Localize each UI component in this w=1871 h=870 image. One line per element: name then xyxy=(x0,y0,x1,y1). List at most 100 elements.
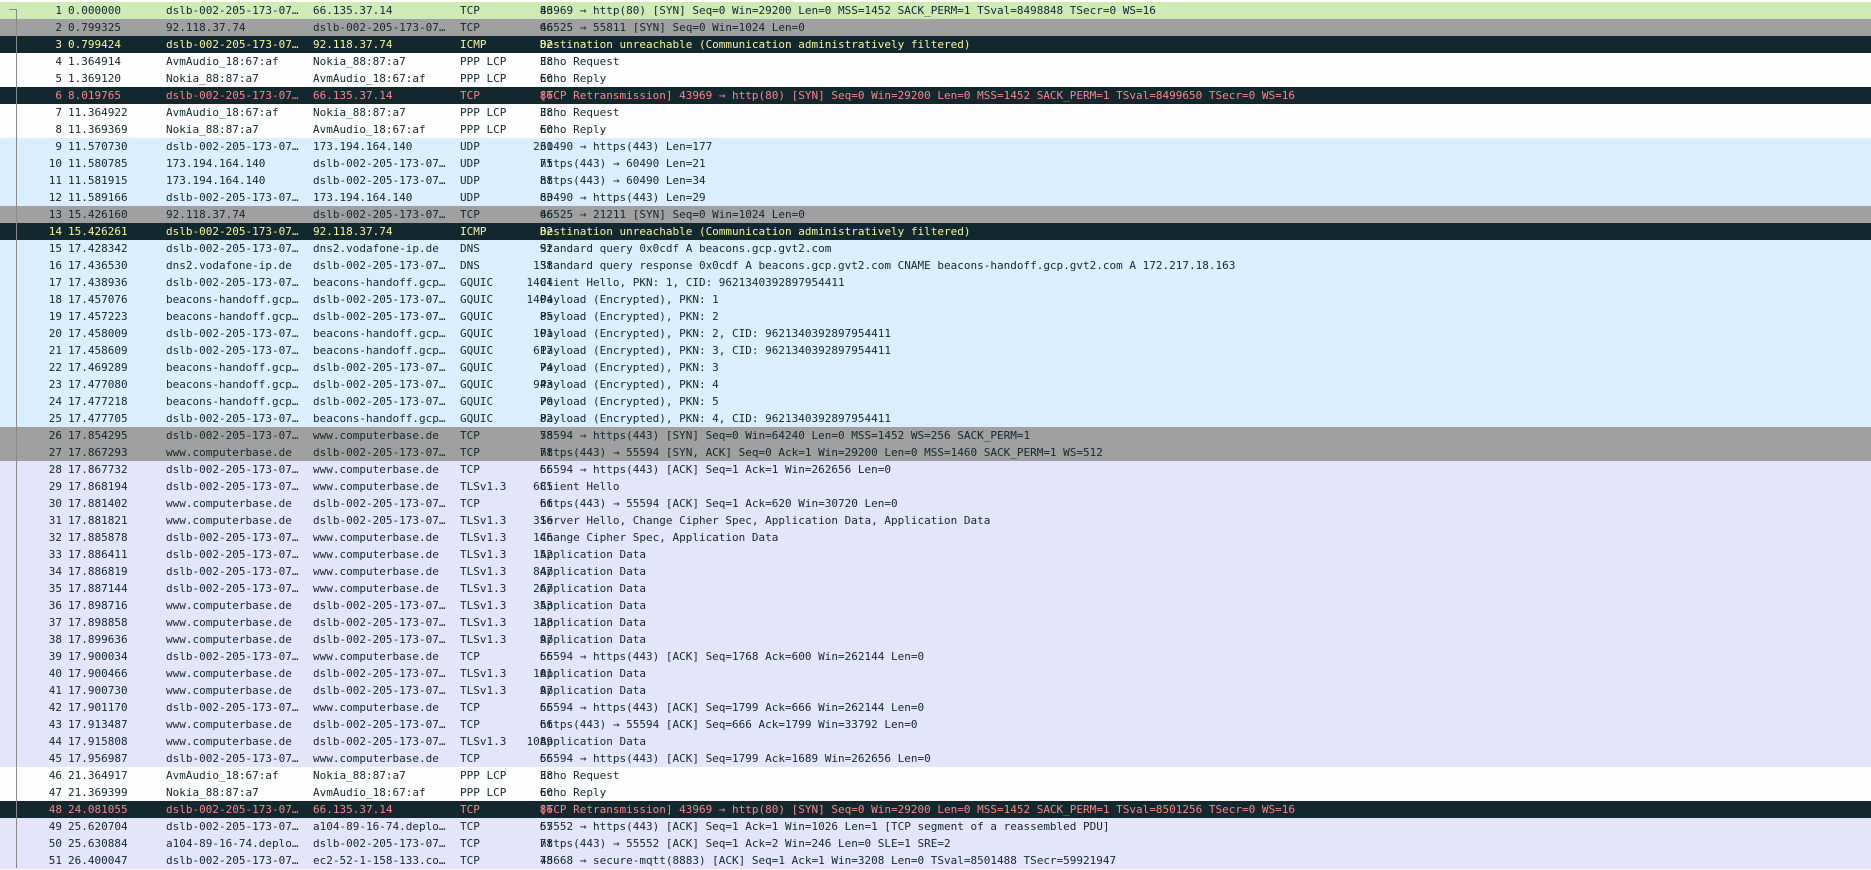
packet-info: https(443) → 55594 [ACK] Seq=1 Ack=620 W… xyxy=(540,497,898,510)
packet-row[interactable]: 22 17.469289 beacons-handoff.gcp… dslb-002-… xyxy=(0,359,1871,376)
packet-row[interactable]: 35 17.887144 dslb-002-205-173-07… www.compu… xyxy=(0,580,1871,597)
packet-source: beacons-handoff.gcp… xyxy=(166,378,299,391)
packet-info: Destination unreachable (Communication a… xyxy=(540,225,971,238)
packet-destination: dslb-002-205-173-07… xyxy=(313,361,446,374)
packet-source: dslb-002-205-173-07… xyxy=(166,242,299,255)
packet-number: 8 xyxy=(55,123,62,136)
packet-number: 10 xyxy=(48,157,62,170)
packet-row[interactable]: 27 17.867293 www.computerbase.de dslb-002-2… xyxy=(0,444,1871,461)
packet-number: 30 xyxy=(48,497,62,510)
packet-info: 55552 → https(443) [ACK] Seq=1 Ack=1 Win… xyxy=(540,820,1110,833)
packet-row[interactable]: 30 17.881402 www.computerbase.de dslb-002-2… xyxy=(0,495,1871,512)
packet-row[interactable]: 11 11.581915 173.194.164.140 dslb-002-205-1… xyxy=(0,172,1871,189)
packet-row[interactable]: 33 17.886411 dslb-002-205-173-07… www.compu… xyxy=(0,546,1871,563)
packet-time: 17.899636 xyxy=(68,633,128,646)
packet-row[interactable]: 25 17.477705 dslb-002-205-173-07… beacons-h… xyxy=(0,410,1871,427)
packet-row[interactable]: 9 11.570730 dslb-002-205-173-07… 173.194.16… xyxy=(0,138,1871,155)
packet-source: www.computerbase.de xyxy=(166,514,292,527)
packet-info: Payload (Encrypted), PKN: 4 xyxy=(540,378,719,391)
packet-destination: dslb-002-205-173-07… xyxy=(313,446,446,459)
packet-row[interactable]: 46 21.364917 AvmAudio_18:67:af Nokia_88:87:… xyxy=(0,767,1871,784)
packet-info: Echo Reply xyxy=(540,72,607,85)
packet-time: 17.887144 xyxy=(68,582,128,595)
packet-row[interactable]: 50 25.630884 a104-89-16-74.deplo… dslb-002-… xyxy=(0,835,1871,852)
packet-row[interactable]: 10 11.580785 173.194.164.140 dslb-002-205-1… xyxy=(0,155,1871,172)
packet-row[interactable]: 37 17.898858 www.computerbase.de dslb-002-2… xyxy=(0,614,1871,631)
packet-row[interactable]: 2 0.799325 92.118.37.74 dslb-002-205-173-07… xyxy=(0,19,1871,36)
packet-info: Application Data xyxy=(540,548,646,561)
packet-source: dslb-002-205-173-07… xyxy=(166,327,299,340)
packet-row[interactable]: 38 17.899636 www.computerbase.de dslb-002-2… xyxy=(0,631,1871,648)
packet-row[interactable]: 13 15.426160 92.118.37.74 dslb-002-205-173-… xyxy=(0,206,1871,223)
packet-row[interactable]: 17 17.438936 dslb-002-205-173-07… beacons-h… xyxy=(0,274,1871,291)
packet-info: Payload (Encrypted), PKN: 2, CID: 962134… xyxy=(540,327,891,340)
packet-row[interactable]: 41 17.900730 www.computerbase.de dslb-002-2… xyxy=(0,682,1871,699)
packet-row[interactable]: 18 17.457076 beacons-handoff.gcp… dslb-002-… xyxy=(0,291,1871,308)
packet-row[interactable]: 39 17.900034 dslb-002-205-173-07… www.compu… xyxy=(0,648,1871,665)
packet-row[interactable]: 32 17.885878 dslb-002-205-173-07… www.compu… xyxy=(0,529,1871,546)
packet-info: Change Cipher Spec, Application Data xyxy=(540,531,779,544)
packet-number: 5 xyxy=(55,72,62,85)
packet-destination: 92.118.37.74 xyxy=(313,225,393,238)
packet-destination: dslb-002-205-173-07… xyxy=(313,395,446,408)
packet-destination: www.computerbase.de xyxy=(313,531,439,544)
packet-row[interactable]: 21 17.458609 dslb-002-205-173-07… beacons-h… xyxy=(0,342,1871,359)
packet-row[interactable]: 45 17.956987 dslb-002-205-173-07… www.compu… xyxy=(0,750,1871,767)
packet-row[interactable]: 8 11.369369 Nokia_88:87:a7 AvmAudio_18:67:a… xyxy=(0,121,1871,138)
packet-source: 173.194.164.140 xyxy=(166,157,266,170)
packet-row[interactable]: 20 17.458009 dslb-002-205-173-07… beacons-h… xyxy=(0,325,1871,342)
packet-row[interactable]: 16 17.436530 dns2.vodafone-ip.de dslb-002-2… xyxy=(0,257,1871,274)
packet-number: 1 xyxy=(55,4,62,17)
packet-row[interactable]: 23 17.477080 beacons-handoff.gcp… dslb-002-… xyxy=(0,376,1871,393)
packet-time: 17.458009 xyxy=(68,327,128,340)
packet-row[interactable]: 34 17.886819 dslb-002-205-173-07… www.compu… xyxy=(0,563,1871,580)
packet-info: Payload (Encrypted), PKN: 5 xyxy=(540,395,719,408)
packet-time: 17.457223 xyxy=(68,310,128,323)
packet-row[interactable]: 43 17.913487 www.computerbase.de dslb-002-2… xyxy=(0,716,1871,733)
packet-row[interactable]: 6 8.019765 dslb-002-205-173-07… 66.135.37.1… xyxy=(0,87,1871,104)
packet-row[interactable]: 26 17.854295 dslb-002-205-173-07… www.compu… xyxy=(0,427,1871,444)
packet-list[interactable]: 1 0.000000 dslb-002-205-173-07… 66.135.37.1… xyxy=(0,2,1871,869)
packet-row[interactable]: 14 15.426261 dslb-002-205-173-07… 92.118.37… xyxy=(0,223,1871,240)
packet-destination: dslb-002-205-173-07… xyxy=(313,633,446,646)
packet-row[interactable]: 15 17.428342 dslb-002-205-173-07… dns2.voda… xyxy=(0,240,1871,257)
packet-source: www.computerbase.de xyxy=(166,684,292,697)
packet-number: 12 xyxy=(48,191,62,204)
packet-destination: dslb-002-205-173-07… xyxy=(313,684,446,697)
packet-row[interactable]: 48 24.081055 dslb-002-205-173-07… 66.135.37… xyxy=(0,801,1871,818)
packet-time: 21.369399 xyxy=(68,786,128,799)
packet-destination: beacons-handoff.gcp… xyxy=(313,412,446,425)
packet-row[interactable]: 51 26.400047 dslb-002-205-173-07… ec2-52-1-… xyxy=(0,852,1871,869)
packet-row[interactable]: 1 0.000000 dslb-002-205-173-07… 66.135.37.1… xyxy=(0,2,1871,19)
packet-row[interactable]: 49 25.620704 dslb-002-205-173-07… a104-89-1… xyxy=(0,818,1871,835)
packet-row[interactable]: 19 17.457223 beacons-handoff.gcp… dslb-002-… xyxy=(0,308,1871,325)
packet-row[interactable]: 3 0.799424 dslb-002-205-173-07… 92.118.37.7… xyxy=(0,36,1871,53)
packet-number: 20 xyxy=(48,327,62,340)
packet-row[interactable]: 44 17.915808 www.computerbase.de dslb-002-2… xyxy=(0,733,1871,750)
packet-time: 17.898858 xyxy=(68,616,128,629)
packet-info: Server Hello, Change Cipher Spec, Applic… xyxy=(540,514,991,527)
packet-row[interactable]: 47 21.369399 Nokia_88:87:a7 AvmAudio_18:67:… xyxy=(0,784,1871,801)
packet-source: dslb-002-205-173-07… xyxy=(166,565,299,578)
packet-time: 21.364917 xyxy=(68,769,128,782)
packet-time: 17.886411 xyxy=(68,548,128,561)
packet-row[interactable]: 12 11.589166 dslb-002-205-173-07… 173.194.1… xyxy=(0,189,1871,206)
packet-row[interactable]: 29 17.868194 dslb-002-205-173-07… www.compu… xyxy=(0,478,1871,495)
packet-row[interactable]: 7 11.364922 AvmAudio_18:67:af Nokia_88:87:a… xyxy=(0,104,1871,121)
packet-row[interactable]: 40 17.900466 www.computerbase.de dslb-002-2… xyxy=(0,665,1871,682)
packet-destination: www.computerbase.de xyxy=(313,582,439,595)
packet-info: Payload (Encrypted), PKN: 3, CID: 962134… xyxy=(540,344,891,357)
packet-row[interactable]: 5 1.369120 Nokia_88:87:a7 AvmAudio_18:67:af… xyxy=(0,70,1871,87)
packet-row[interactable]: 36 17.898716 www.computerbase.de dslb-002-2… xyxy=(0,597,1871,614)
packet-number: 48 xyxy=(48,803,62,816)
packet-info: Application Data xyxy=(540,667,646,680)
packet-destination: dslb-002-205-173-07… xyxy=(313,616,446,629)
packet-row[interactable]: 4 1.364914 AvmAudio_18:67:af Nokia_88:87:a7… xyxy=(0,53,1871,70)
packet-number: 28 xyxy=(48,463,62,476)
packet-row[interactable]: 28 17.867732 dslb-002-205-173-07… www.compu… xyxy=(0,461,1871,478)
packet-row[interactable]: 31 17.881821 www.computerbase.de dslb-002-2… xyxy=(0,512,1871,529)
packet-row[interactable]: 42 17.901170 dslb-002-205-173-07… www.compu… xyxy=(0,699,1871,716)
packet-row[interactable]: 24 17.477218 beacons-handoff.gcp… dslb-002-… xyxy=(0,393,1871,410)
packet-time: 17.436530 xyxy=(68,259,128,272)
packet-destination: dslb-002-205-173-07… xyxy=(313,497,446,510)
